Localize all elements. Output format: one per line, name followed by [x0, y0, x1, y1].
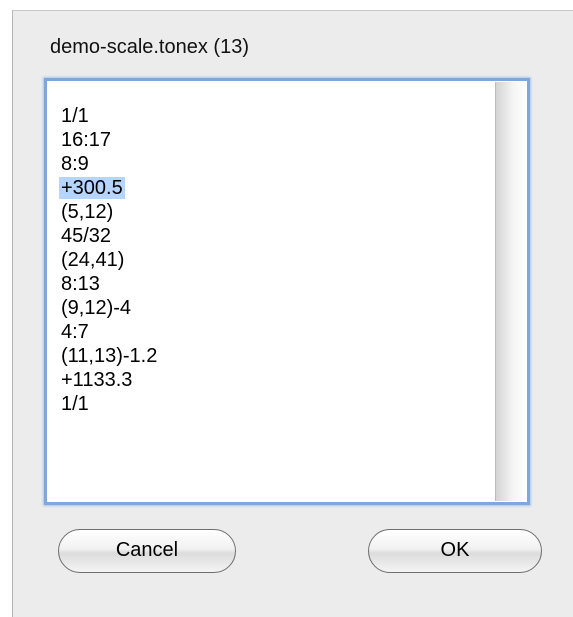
list-item[interactable]: (24,41): [59, 248, 126, 272]
list-item[interactable]: +1133.3: [59, 368, 134, 392]
dialog-title: demo-scale.tonex (13): [50, 36, 249, 58]
list-item[interactable]: 8:9: [59, 152, 91, 176]
list-item[interactable]: 1/1: [59, 104, 91, 128]
list-item-selected[interactable]: +300.5: [59, 176, 125, 200]
list-item[interactable]: 4:7: [59, 320, 91, 344]
cancel-button[interactable]: Cancel: [58, 529, 236, 573]
vertical-scrollbar[interactable]: [495, 82, 526, 501]
list-item[interactable]: (11,13)-1.2: [59, 344, 159, 368]
ok-button[interactable]: OK: [368, 529, 542, 573]
list-item[interactable]: (5,12): [59, 200, 115, 224]
scale-listbox[interactable]: 1/1 16:17 8:9 +300.5 (5,12) 45/32 (24,41…: [44, 78, 530, 505]
list-item[interactable]: (9,12)-4: [59, 296, 133, 320]
scale-list: 1/1 16:17 8:9 +300.5 (5,12) 45/32 (24,41…: [48, 82, 495, 501]
list-item[interactable]: 45/32: [59, 224, 113, 248]
list-item[interactable]: 8:13: [59, 272, 102, 296]
list-item[interactable]: 1/1: [59, 392, 91, 416]
list-item[interactable]: 16:17: [59, 128, 113, 152]
